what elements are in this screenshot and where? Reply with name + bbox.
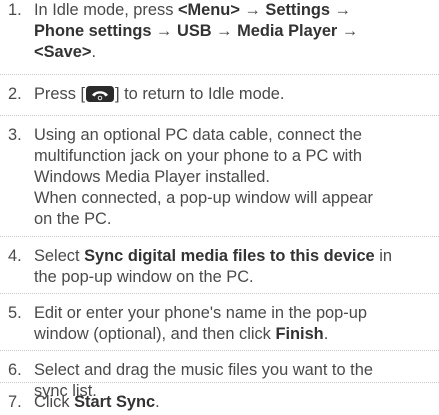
step-text-fragment: . [91, 43, 96, 61]
menu-path-usb: USB [176, 22, 212, 40]
step-number: 7. [8, 393, 22, 411]
divider [0, 236, 439, 237]
step-text-line: Using an optional PC data cable, connect… [34, 126, 363, 144]
start-sync-button-label: Start Sync [74, 393, 156, 411]
menu-key-label: <Menu> [177, 1, 240, 19]
divider [0, 350, 439, 351]
divider [0, 115, 439, 116]
finish-button-label: Finish [275, 325, 324, 343]
step-text-fragment: Select [34, 247, 85, 265]
step-text-fragment: In Idle mode, press [34, 1, 178, 19]
step-text-line: Edit or enter your phone's name in the p… [34, 304, 367, 322]
arrow-separator: → [337, 22, 359, 40]
step-text-fragment: . [155, 393, 160, 411]
step-number: 6. [8, 361, 22, 379]
step-text: Click Start Sync. [34, 392, 435, 413]
step-number: 2. [8, 85, 22, 103]
step-text: Using an optional PC data cable, connect… [34, 125, 435, 230]
step-text-fragment: Press [ [34, 85, 86, 103]
arrow-separator: → [211, 22, 238, 40]
save-key-label: <Save> [34, 43, 92, 61]
menu-path-phone-settings: Phone settings [34, 22, 152, 40]
end-call-key-icon [86, 86, 115, 102]
sync-option-label: Sync digital media files to this device [84, 247, 375, 265]
arrow-separator: → [330, 1, 352, 19]
divider [0, 74, 439, 75]
step-text: In Idle mode, press <Menu> → Settings → … [34, 0, 435, 63]
step-text-fragment: ] to return to Idle mode. [115, 85, 285, 103]
step-text-line: When connected, a pop-up window will app… [34, 189, 373, 207]
step-text-line: Select and drag the music files you want… [34, 361, 373, 379]
divider [0, 382, 439, 383]
step-text-fragment: Click [34, 393, 75, 411]
step-number: 3. [8, 126, 22, 144]
step-text-fragment: window (optional), and then click [34, 325, 276, 343]
step-number: 4. [8, 247, 22, 265]
step-text: Select Sync digital media files to this … [34, 246, 435, 288]
step-text-line: Windows Media Player installed. [34, 168, 270, 186]
step-text-line: on the PC. [34, 210, 112, 228]
step-number: 5. [8, 304, 22, 322]
arrow-separator: → [239, 1, 266, 19]
menu-path-settings: Settings [265, 1, 331, 19]
instruction-steps: 1. In Idle mode, press <Menu> → Settings… [0, 0, 439, 415]
arrow-separator: → [151, 22, 177, 40]
step-text-fragment: in [374, 247, 392, 265]
divider [0, 293, 439, 294]
menu-path-media-player: Media Player [237, 22, 338, 40]
step-text-line: the pop-up window on the PC. [34, 268, 254, 286]
step-text-line: multifunction jack on your phone to a PC… [34, 147, 362, 165]
step-text: Press [ ] to return to Idle mode. [34, 84, 435, 105]
step-text: Edit or enter your phone's name in the p… [34, 303, 435, 345]
step-number: 1. [8, 1, 22, 19]
step-text-fragment: . [323, 325, 329, 343]
